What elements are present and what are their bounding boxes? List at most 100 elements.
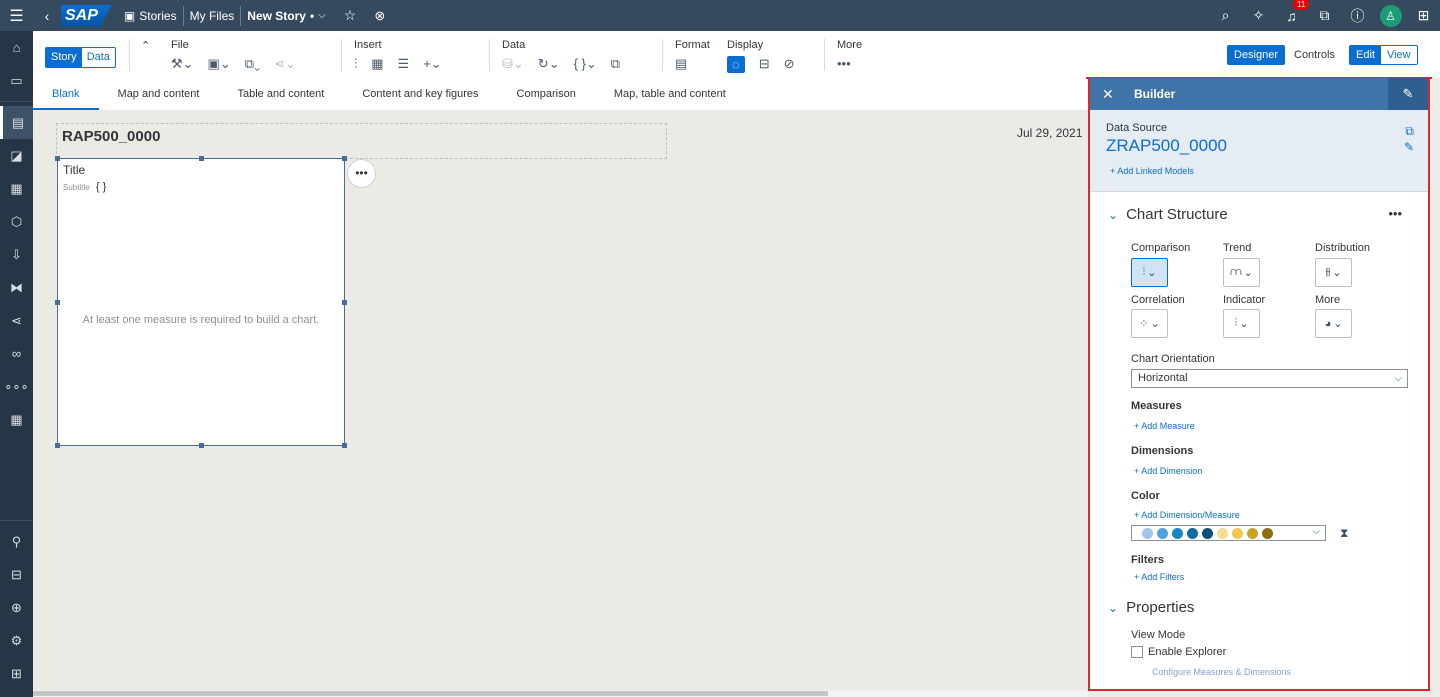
info-icon[interactable]: ⓘ: [0, 690, 33, 697]
edit-button[interactable]: Edit: [1350, 46, 1381, 64]
system-icon[interactable]: ⊞: [0, 657, 33, 690]
grid-view-icon[interactable]: ⊟: [759, 56, 770, 73]
more-overflow-icon[interactable]: •••: [837, 56, 851, 71]
insert-add-icon[interactable]: +⌄: [423, 56, 441, 72]
scrollbar-thumb[interactable]: [33, 691, 828, 696]
distribution-chart-button[interactable]: ⫵ ⌄: [1315, 258, 1352, 287]
collapse-toolbar[interactable]: ⌃: [141, 39, 150, 57]
insert-table-icon[interactable]: ▦: [371, 56, 383, 72]
search-icon[interactable]: ⌕: [1209, 7, 1242, 24]
book-icon[interactable]: ⊟: [0, 558, 33, 591]
sap-logo[interactable]: SAP: [61, 4, 112, 27]
insert-chart-icon[interactable]: ⫶: [354, 56, 357, 72]
add-filters-link[interactable]: + Add Filters: [1134, 572, 1184, 582]
tools-icon[interactable]: ⚒⌄: [171, 56, 194, 72]
connections-icon[interactable]: ⋖: [0, 304, 33, 337]
apps-grid-icon[interactable]: ⊞: [1407, 7, 1440, 24]
user-avatar[interactable]: ♙: [1374, 4, 1407, 27]
designer-button[interactable]: Designer: [1227, 45, 1286, 65]
deployment-icon[interactable]: ⚙: [0, 624, 33, 657]
tab-map-and-content[interactable]: Map and content: [99, 78, 219, 110]
add-dimension-measure-link[interactable]: + Add Dimension/Measure: [1134, 510, 1240, 520]
format-icon[interactable]: ▤: [675, 56, 687, 72]
more-chart-button[interactable]: ◕ ⌄: [1315, 309, 1352, 338]
resize-handle[interactable]: [342, 300, 347, 305]
favorite-star-icon[interactable]: ☆: [338, 5, 363, 27]
menu-icon[interactable]: ☰: [0, 0, 33, 31]
comparison-chart-button[interactable]: ⫶ ⌄: [1131, 258, 1168, 287]
enable-explorer-checkbox[interactable]: [1131, 646, 1143, 658]
data-source-name[interactable]: ZRAP500_0000: [1106, 136, 1412, 156]
breadcrumb-new-story[interactable]: New Story • ⌵: [241, 5, 331, 27]
notifications-bell-icon[interactable]: ♫ 11: [1275, 0, 1310, 24]
indicator-chart-button[interactable]: ⫶ ⌄: [1223, 309, 1260, 338]
tab-blank[interactable]: Blank: [33, 78, 99, 110]
data-mode-button[interactable]: Data: [82, 48, 115, 67]
story-title[interactable]: RAP500_0000: [56, 123, 667, 159]
linked-analysis-icon[interactable]: ⧉: [611, 56, 620, 72]
breadcrumb-stories[interactable]: ▣ Stories: [118, 5, 183, 27]
back-icon[interactable]: ‹: [33, 8, 61, 24]
trend-chart-button[interactable]: ⩋ ⌄: [1223, 258, 1260, 287]
story-canvas[interactable]: RAP500_0000 Jul 29, 2021 Title Subtitle …: [33, 110, 1088, 690]
tab-comparison[interactable]: Comparison: [498, 78, 595, 110]
resize-handle[interactable]: [342, 156, 347, 161]
resize-handle[interactable]: [55, 300, 60, 305]
tables-icon[interactable]: ▦: [0, 172, 33, 205]
tab-table-and-content[interactable]: Table and content: [218, 78, 343, 110]
files-folder-icon[interactable]: ▭: [0, 64, 33, 97]
insert-input-control-icon[interactable]: ☰: [398, 56, 410, 72]
stories-nav-icon[interactable]: ▤: [0, 106, 33, 139]
widget-more-button[interactable]: •••: [347, 159, 376, 188]
builder-tools-icon[interactable]: ✕: [1102, 86, 1124, 103]
correlation-chart-button[interactable]: ⁘ ⌄: [1131, 309, 1168, 338]
chart-orientation-select[interactable]: Horizontal ⌵: [1131, 369, 1408, 388]
comments-icon[interactable]: ◌: [727, 56, 745, 73]
resize-handle[interactable]: [199, 443, 204, 448]
view-button[interactable]: View: [1381, 46, 1417, 64]
refresh-icon[interactable]: ↻⌄: [538, 56, 560, 72]
palette-settings-icon[interactable]: ⧗: [1340, 526, 1348, 541]
color-palette-select[interactable]: ⌵: [1131, 525, 1326, 541]
breadcrumb-my-files[interactable]: My Files: [184, 5, 241, 27]
copy-model-icon[interactable]: ⧉: [1405, 124, 1414, 139]
help-icon[interactable]: ⓘ: [1341, 6, 1374, 26]
calendar-icon[interactable]: ▦: [0, 403, 33, 436]
close-circle-icon[interactable]: ⊗: [368, 5, 391, 27]
add-measure-link[interactable]: + Add Measure: [1134, 421, 1195, 431]
modeler-cube-icon[interactable]: ⬡: [0, 205, 33, 238]
styling-brush-icon[interactable]: ✎: [1388, 78, 1428, 110]
resize-handle[interactable]: [55, 156, 60, 161]
copy-icon[interactable]: ⧉⌄: [245, 56, 260, 72]
chart-widget[interactable]: Title Subtitle { } At least one measure …: [55, 156, 347, 448]
add-linked-models-link[interactable]: + Add Linked Models: [1110, 166, 1412, 176]
tab-content-and-key-figures[interactable]: Content and key figures: [343, 78, 497, 110]
resize-handle[interactable]: [199, 156, 204, 161]
explore-binoculars-icon[interactable]: ∞: [0, 337, 33, 370]
tab-map-table-and-content[interactable]: Map, table and content: [595, 78, 745, 110]
chart-structure-more-icon[interactable]: •••: [1388, 206, 1402, 221]
data-source-icon[interactable]: ⛁⌄: [502, 56, 524, 72]
widget-subtitle[interactable]: Subtitle: [63, 183, 90, 192]
edit-pencil-icon[interactable]: ✎: [1404, 140, 1414, 154]
horizontal-scrollbar[interactable]: [33, 690, 1088, 697]
save-icon[interactable]: ▣⌄: [208, 56, 231, 72]
share-icon[interactable]: ⋖⌄: [274, 56, 296, 72]
chart-structure-section[interactable]: ⌄ Chart Structure: [1108, 206, 1228, 223]
workflow-icon[interactable]: ∘∘∘: [0, 370, 33, 403]
widget-title[interactable]: Title: [58, 159, 344, 181]
resize-handle[interactable]: [342, 443, 347, 448]
story-mode-button[interactable]: Story: [46, 48, 82, 67]
security-lock-icon[interactable]: ⊕: [0, 591, 33, 624]
resize-handle[interactable]: [55, 443, 60, 448]
properties-section[interactable]: ⌄ Properties: [1108, 599, 1194, 616]
add-dimension-link[interactable]: + Add Dimension: [1134, 466, 1202, 476]
planning-icon[interactable]: ⧓: [0, 271, 33, 304]
analytic-app-icon[interactable]: ◪: [0, 139, 33, 172]
lightbulb-icon[interactable]: ✧: [1242, 7, 1275, 24]
configure-measures-dimensions-link[interactable]: Configure Measures & Dimensions: [1152, 667, 1291, 677]
data-import-icon[interactable]: ⇩: [0, 238, 33, 271]
network-icon[interactable]: ⚲: [0, 525, 33, 558]
explorer-icon[interactable]: ⊘: [784, 56, 795, 73]
controls-button[interactable]: Controls: [1294, 49, 1335, 61]
